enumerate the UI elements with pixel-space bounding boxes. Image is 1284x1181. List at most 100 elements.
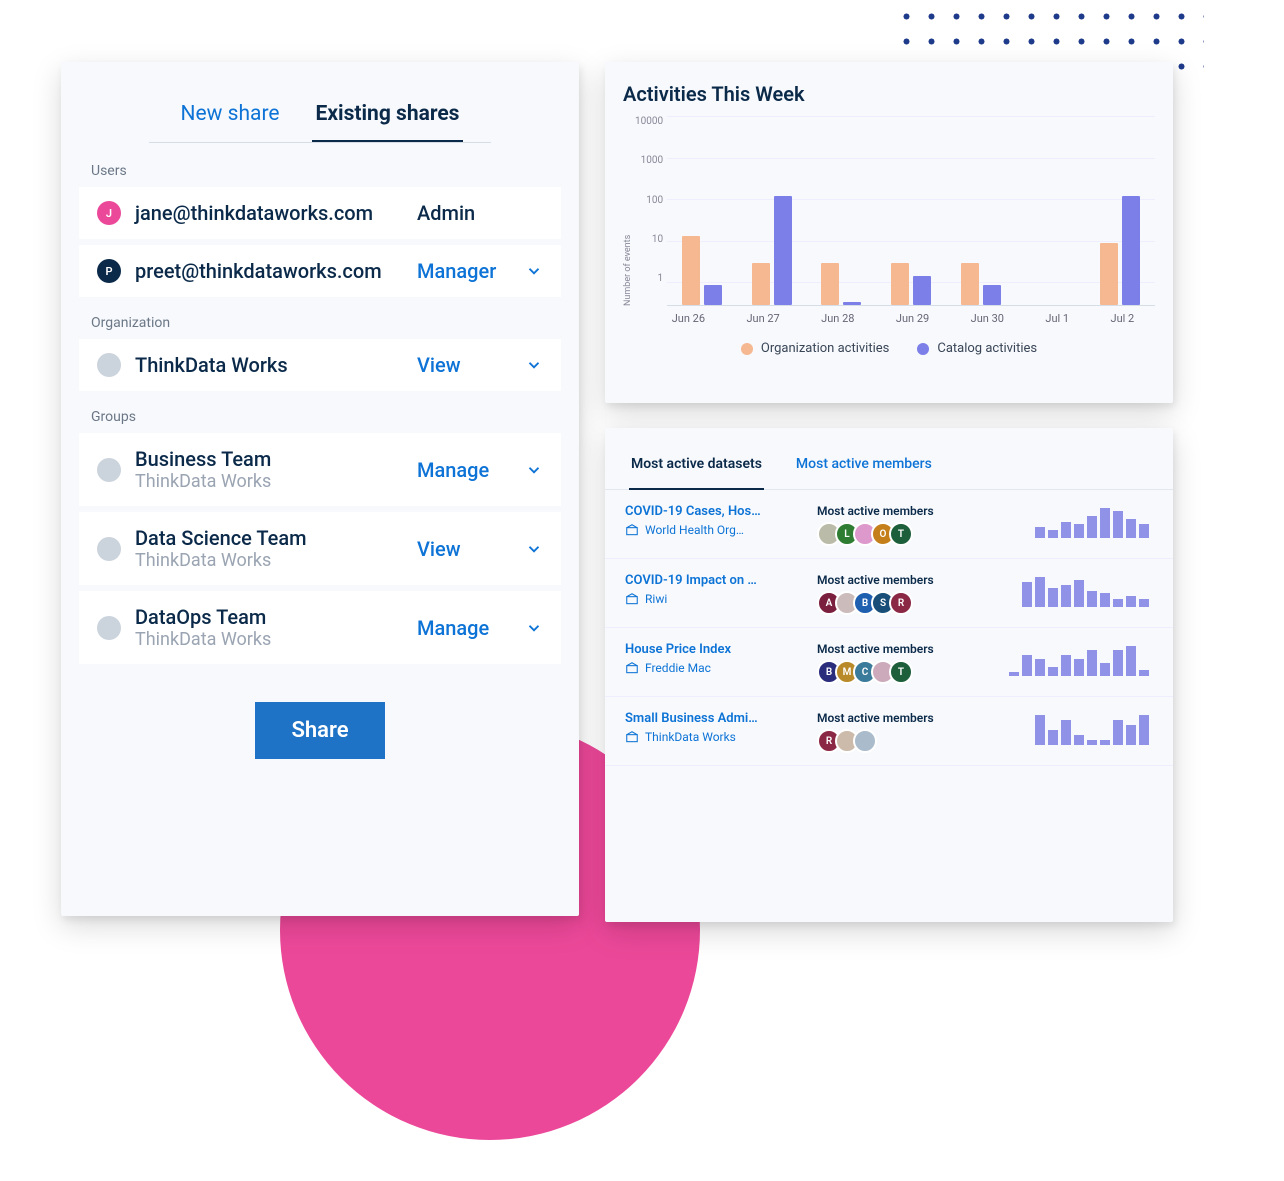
bar xyxy=(843,302,861,305)
spark-bar xyxy=(1061,522,1071,538)
bar xyxy=(961,263,979,305)
group-row[interactable]: DataOps TeamThinkData WorksManage xyxy=(79,591,561,664)
most-active-panel: Most active datasets Most active members… xyxy=(605,428,1173,922)
spark-bar xyxy=(1113,599,1123,607)
chevron-down-icon xyxy=(525,540,543,558)
spark-bar xyxy=(1074,659,1084,676)
sparkline xyxy=(999,711,1153,745)
spark-bar xyxy=(1126,596,1136,607)
user-row[interactable]: Jjane@thinkdataworks.comAdmin xyxy=(79,187,561,239)
avatar-stack: LOT xyxy=(817,522,987,546)
members-label: Most active members xyxy=(817,642,987,656)
spark-bar xyxy=(1139,599,1149,607)
dataset-row[interactable]: House Price Index Freddie Mac Most active … xyxy=(605,628,1173,697)
bar xyxy=(704,285,722,305)
spark-bar xyxy=(1035,527,1045,538)
dataset-row[interactable]: COVID-19 Cases, Hos… World Health Org… Mos… xyxy=(605,490,1173,559)
role-dropdown[interactable]: Manage xyxy=(417,616,505,640)
dataset-org[interactable]: ThinkData Works xyxy=(625,730,805,744)
role-dropdown[interactable]: View xyxy=(417,537,505,561)
dataset-org[interactable]: Riwi xyxy=(625,592,805,606)
tab-new-share[interactable]: New share xyxy=(177,92,284,142)
share-button[interactable]: Share xyxy=(255,702,384,759)
group-row[interactable]: Data Science TeamThinkData WorksView xyxy=(79,512,561,585)
dataset-name[interactable]: House Price Index xyxy=(625,642,805,657)
dataset-name[interactable]: Small Business Admi… xyxy=(625,711,805,726)
spark-bar xyxy=(1074,580,1084,607)
org-avatar xyxy=(97,353,121,377)
spark-bar xyxy=(1113,511,1123,538)
tab-existing-shares[interactable]: Existing shares xyxy=(312,92,464,142)
role-label[interactable]: Manager xyxy=(417,259,505,283)
spark-bar xyxy=(1035,659,1045,676)
org-name: ThinkData Works xyxy=(135,353,403,377)
group-row[interactable]: Business TeamThinkData WorksManage xyxy=(79,433,561,506)
dataset-org[interactable]: Freddie Mac xyxy=(625,661,805,675)
chart-legend: Organization activitiesCatalog activitie… xyxy=(623,341,1155,356)
group-name: DataOps Team xyxy=(135,605,403,629)
avatar-stack: R xyxy=(817,729,987,753)
bar-group xyxy=(745,196,799,305)
spark-bar xyxy=(1100,508,1110,538)
user-email: jane@thinkdataworks.com xyxy=(135,201,403,225)
user-row[interactable]: Ppreet@thinkdataworks.comManager xyxy=(79,245,561,297)
bar xyxy=(774,196,792,305)
spark-bar xyxy=(1061,585,1071,607)
xtick: Jun 29 xyxy=(896,312,929,325)
spark-bar xyxy=(1061,720,1071,745)
org-icon xyxy=(625,661,639,675)
org-icon xyxy=(625,592,639,606)
dataset-name[interactable]: COVID-19 Cases, Hos… xyxy=(625,504,805,519)
group-name: Business Team xyxy=(135,447,403,471)
dataset-org[interactable]: World Health Org… xyxy=(625,523,805,537)
bar-group xyxy=(1093,196,1147,305)
spark-bar xyxy=(1074,524,1084,538)
active-tabs: Most active datasets Most active members xyxy=(605,440,1173,490)
spark-bar xyxy=(1087,516,1097,538)
xtick: Jun 30 xyxy=(971,312,1004,325)
avatar-stack: ABSR xyxy=(817,591,987,615)
bar-group xyxy=(884,263,938,305)
spark-bar xyxy=(1126,519,1136,538)
chevron-down-icon xyxy=(525,619,543,637)
org-section-label: Organization xyxy=(91,315,549,331)
member-avatar: T xyxy=(889,660,913,684)
dataset-row[interactable]: Small Business Admi…ThinkData WorksMost … xyxy=(605,697,1173,766)
spark-bar xyxy=(1113,650,1123,676)
group-avatar xyxy=(97,537,121,561)
members-label: Most active members xyxy=(817,504,987,518)
xtick: Jun 28 xyxy=(821,312,854,325)
spark-bar xyxy=(1074,735,1084,745)
users-section-label: Users xyxy=(91,163,549,179)
tab-most-active-datasets[interactable]: Most active datasets xyxy=(629,440,764,490)
spark-bar xyxy=(1100,663,1110,676)
spark-bar xyxy=(1035,715,1045,745)
bar-group xyxy=(675,236,729,305)
org-row[interactable]: ThinkData Works View xyxy=(79,339,561,391)
avatar-stack: BMCT xyxy=(817,660,987,684)
groups-section-label: Groups xyxy=(91,409,549,425)
spark-bar xyxy=(1022,655,1032,676)
tab-most-active-members[interactable]: Most active members xyxy=(794,440,934,490)
bar xyxy=(1122,196,1140,305)
bar xyxy=(891,263,909,305)
spark-bar xyxy=(1022,582,1032,607)
spark-bar xyxy=(1139,670,1149,676)
spark-bar xyxy=(1048,730,1058,745)
org-icon xyxy=(625,523,639,537)
bar xyxy=(983,285,1001,305)
spark-bar xyxy=(1009,672,1019,676)
dataset-row[interactable]: COVID-19 Impact on …RiwiMost active memb… xyxy=(605,559,1173,628)
chevron-down-icon xyxy=(525,262,543,280)
sparkline xyxy=(999,642,1153,676)
shares-panel: New share Existing shares Users Jjane@th… xyxy=(61,62,579,916)
dataset-name[interactable]: COVID-19 Impact on … xyxy=(625,573,805,588)
role-dropdown[interactable]: View xyxy=(417,353,505,377)
xtick: Jul 2 xyxy=(1111,312,1135,325)
group-name: Data Science Team xyxy=(135,526,403,550)
role-label: Admin xyxy=(417,201,505,225)
spark-bar xyxy=(1139,715,1149,745)
bar xyxy=(821,263,839,305)
spark-bar xyxy=(1087,650,1097,676)
role-dropdown[interactable]: Manage xyxy=(417,458,505,482)
